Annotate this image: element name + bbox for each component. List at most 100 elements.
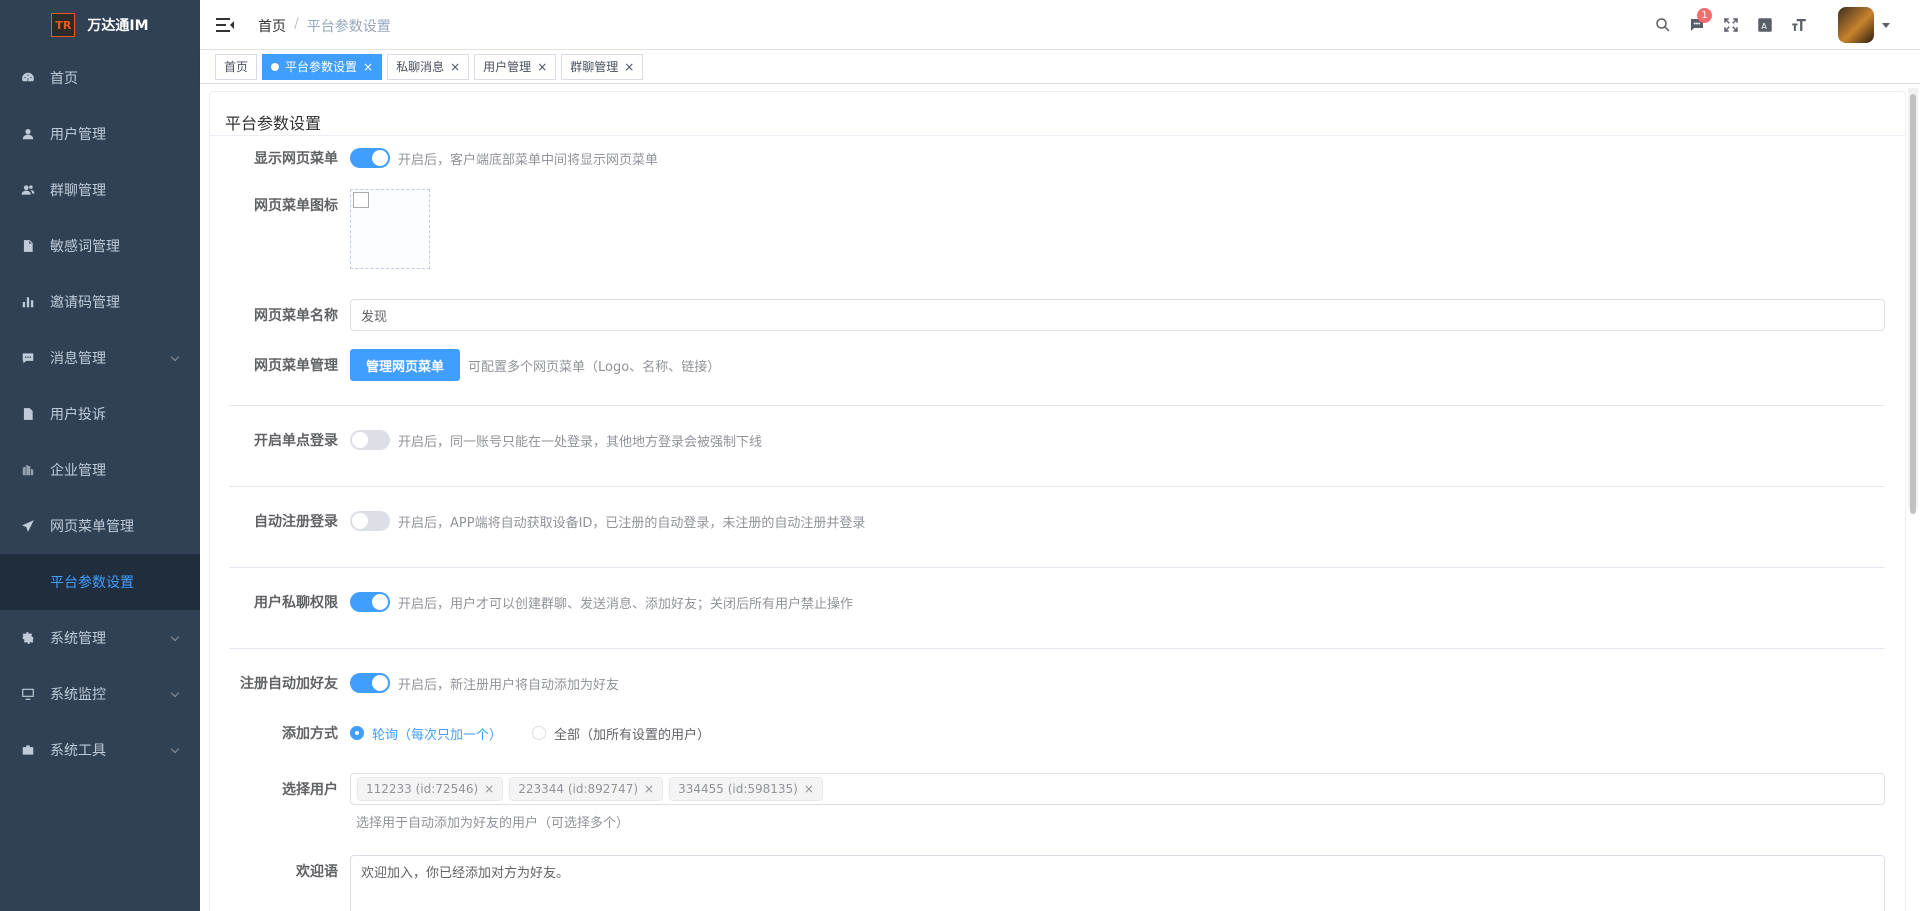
sidebar-item-label: 系统监控	[50, 687, 106, 703]
chip-label: 334455 (id:598135)	[678, 782, 798, 796]
radio-label: 轮询（每次只加一个）	[372, 727, 503, 743]
chip-label: 223344 (id:892747)	[518, 782, 639, 796]
radio-circle	[532, 726, 547, 740]
image-uploader[interactable]	[350, 189, 430, 269]
dashboard-icon	[20, 70, 36, 86]
monitor-icon	[20, 686, 36, 702]
sidebar-item-label: 用户投诉	[50, 407, 106, 423]
form-hint: 开启后，APP端将自动获取设备ID，已注册的自动登录，未注册的自动注册并登录	[398, 515, 866, 531]
documentation-icon	[20, 238, 36, 254]
auto-friend-switch[interactable]	[350, 673, 390, 693]
svg-text:A: A	[1761, 21, 1767, 31]
sidebar-item-7[interactable]: 企业管理	[0, 442, 200, 498]
sidebar-item-label: 企业管理	[50, 463, 106, 479]
user-avatar[interactable]	[1838, 7, 1874, 43]
scrollbar-thumb[interactable]	[1910, 94, 1916, 514]
form-icon	[20, 406, 36, 422]
form-row-web-menu-name: 网页菜单名称 发现	[210, 299, 1885, 331]
scrollbar[interactable]	[1908, 88, 1918, 514]
sidebar-item-8[interactable]: 网页菜单管理	[0, 498, 200, 554]
form-row-web-menu-manage: 网页菜单管理 管理网页菜单 可配置多个网页菜单（Logo、名称、链接）	[210, 349, 720, 381]
tab-0[interactable]: 首页	[215, 53, 258, 80]
sidebar-item-11[interactable]: 系统监控	[0, 666, 200, 722]
sidebar-item-1[interactable]: 用户管理	[0, 106, 200, 162]
divider	[229, 567, 1884, 568]
fullscreen-icon[interactable]	[1720, 14, 1742, 36]
close-icon[interactable]: ×	[363, 55, 373, 79]
sidebar-item-0[interactable]: 首页	[0, 50, 200, 106]
close-icon[interactable]: ×	[450, 55, 460, 79]
sidebar: TR 万达通IM 首页 用户管理群聊管理敏感词管理邀请码管理消息管理用户投诉企业管…	[0, 0, 200, 911]
chevron-down-icon	[170, 352, 180, 362]
form-hint: 开启后，用户才可以创建群聊、发送消息、添加好友；关闭后所有用户禁止操作	[398, 596, 854, 612]
form-hint: 可配置多个网页菜单（Logo、名称、链接）	[468, 359, 721, 375]
sidebar-item-6[interactable]: 用户投诉	[0, 386, 200, 442]
form-row-private-chat: 用户私聊权限 开启后，用户才可以创建群聊、发送消息、添加好友；关闭后所有用户禁止…	[210, 592, 853, 612]
tab-label: 群聊管理	[570, 59, 619, 74]
sidebar-item-10[interactable]: 系统管理	[0, 610, 200, 666]
send-icon	[20, 518, 36, 534]
close-icon[interactable]: ×	[644, 782, 654, 796]
radio-circle	[350, 726, 364, 740]
close-icon[interactable]: ×	[624, 55, 634, 79]
chevron-down-icon	[170, 632, 180, 642]
close-icon[interactable]: ×	[804, 782, 814, 796]
form-row-auto-register: 自动注册登录 开启后，APP端将自动获取设备ID，已注册的自动登录，未注册的自动…	[210, 511, 865, 531]
active-dot-icon	[271, 62, 280, 71]
close-icon[interactable]: ×	[484, 782, 494, 796]
sidebar-item-3[interactable]: 敏感词管理	[0, 218, 200, 274]
tab-2[interactable]: 私聊消息 ×	[387, 53, 470, 80]
sidebar-item-5[interactable]: 消息管理	[0, 330, 200, 386]
hamburger-icon[interactable]	[216, 16, 234, 34]
sidebar-item-9[interactable]: 平台参数设置	[0, 554, 200, 610]
chevron-down-icon	[170, 744, 180, 754]
radio-label: 全部（加所有设置的用户）	[554, 727, 711, 743]
auto-register-switch[interactable]	[350, 511, 390, 531]
tab-3[interactable]: 用户管理 ×	[474, 53, 557, 80]
sidebar-item-12[interactable]: 系统工具	[0, 722, 200, 778]
private-chat-switch[interactable]	[350, 592, 390, 612]
show-web-menu-switch[interactable]	[350, 148, 390, 168]
add-mode-radio-all[interactable]: 全部（加所有设置的用户）	[532, 724, 710, 743]
sidebar-item-label: 消息管理	[50, 351, 106, 367]
tab-4[interactable]: 群聊管理 ×	[561, 53, 644, 80]
divider	[229, 405, 1884, 406]
language-icon[interactable]: A	[1754, 14, 1776, 36]
manage-web-menu-button[interactable]: 管理网页菜单	[350, 349, 461, 381]
form-hint: 开启后，客户端底部菜单中间将显示网页菜单	[398, 152, 659, 168]
form-label: 网页菜单名称	[254, 308, 338, 324]
app-main: 平台参数设置 显示网页菜单 开启后，客户端底部菜单中间将显示网页菜单 网页菜单图…	[200, 84, 1920, 911]
logo-icon: TR	[51, 13, 76, 37]
tab-1[interactable]: 平台参数设置 ×	[262, 53, 383, 80]
form-row-web-menu-icon: 网页菜单图标	[210, 189, 430, 269]
message-icon	[20, 350, 36, 366]
add-mode-radio-round-robin[interactable]: 轮询（每次只加一个）	[350, 724, 502, 743]
form-label: 注册自动加好友	[240, 676, 338, 692]
chevron-down-icon[interactable]	[1882, 22, 1890, 28]
sidebar-item-4[interactable]: 邀请码管理	[0, 274, 200, 330]
app-title: 万达通IM	[87, 18, 149, 34]
welcome-message-textarea[interactable]: 欢迎加入，你已经添加对方为好友。	[350, 855, 1885, 911]
single-login-switch[interactable]	[350, 430, 390, 450]
sidebar-menu: 首页 用户管理群聊管理敏感词管理邀请码管理消息管理用户投诉企业管理网页菜单管理平台…	[0, 50, 200, 778]
sidebar-item-label: 群聊管理	[50, 183, 106, 199]
search-icon[interactable]	[1652, 14, 1674, 36]
sidebar-item-2[interactable]: 群聊管理	[0, 162, 200, 218]
peoples-icon	[20, 182, 36, 198]
web-menu-name-input[interactable]: 发现	[350, 299, 1885, 331]
form-hint: 开启后，同一账号只能在一处登录，其他地方登录会被强制下线	[398, 434, 763, 450]
message-notification-icon[interactable]: 1	[1686, 8, 1712, 36]
sidebar-item-label: 邀请码管理	[50, 295, 120, 311]
logo[interactable]: TR 万达通IM	[0, 0, 200, 50]
user-multi-select[interactable]: 112233 (id:72546) × 223344 (id:892747) × 334…	[350, 773, 1885, 805]
font-size-icon[interactable]	[1788, 14, 1810, 36]
form-label: 自动注册登录	[254, 514, 338, 530]
navbar: 首页 / 平台参数设置 1 A	[200, 0, 1920, 50]
form-row-auto-friend: 注册自动加好友 开启后，新注册用户将自动添加为好友	[210, 673, 619, 693]
form-row-welcome: 欢迎语 欢迎加入，你已经添加对方为好友。	[210, 855, 1885, 911]
close-icon[interactable]: ×	[537, 55, 547, 79]
notification-badge: 1	[1697, 8, 1712, 23]
breadcrumb-home[interactable]: 首页	[258, 16, 286, 36]
breadcrumb-current: 平台参数设置	[306, 19, 391, 35]
sidebar-item-label: 平台参数设置	[50, 575, 134, 591]
